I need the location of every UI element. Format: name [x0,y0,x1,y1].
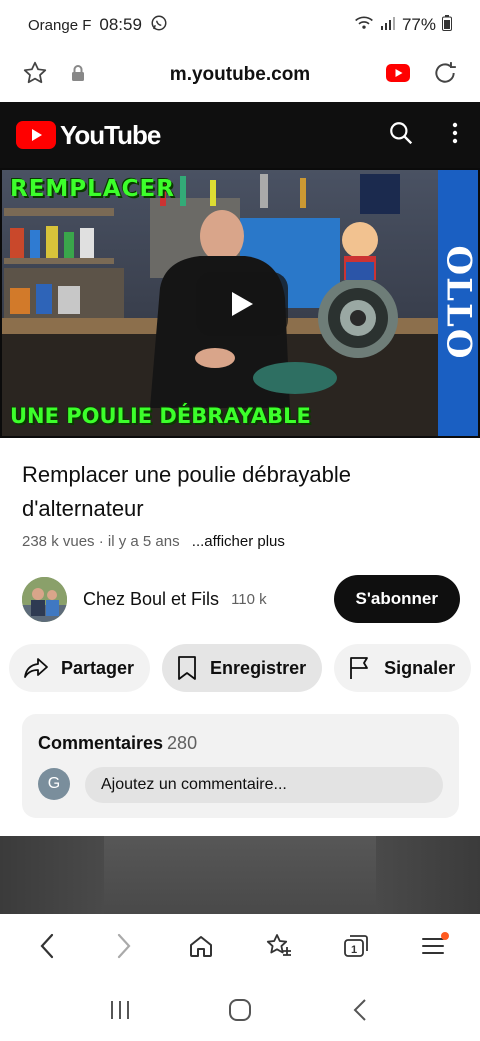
youtube-logo-icon [16,121,56,149]
battery-label: 77% [401,15,436,34]
wifi-icon [354,15,374,36]
video-title[interactable]: Remplacer une poulie débrayable d'altern… [22,458,462,526]
upload-age: il y a 5 ans [107,533,180,550]
lock-icon[interactable] [70,64,86,87]
home-nav-button[interactable] [215,985,265,1035]
comments-count: 280 [167,733,198,753]
save-button[interactable]: Enregistrer [162,644,323,692]
next-video-preview[interactable] [0,836,480,914]
home-icon [190,936,213,957]
back-icon [40,933,53,959]
report-button[interactable]: Signaler [334,644,472,692]
browser-toolbar: 1 [0,914,480,978]
save-label: Enregistrer [210,657,307,678]
channel-row: Chez Boul et Fils 110 k S'abonner [22,574,460,624]
home-circle-icon [229,998,251,1021]
youtube-header: YouTube [0,102,480,168]
menu-button[interactable] [409,922,457,970]
view-count: 238 k vues [22,533,95,550]
channel-avatar[interactable] [22,576,67,622]
user-avatar: G [38,768,70,800]
comment-input[interactable]: Ajoutez un commentaire... [85,767,443,803]
search-icon[interactable] [388,120,414,151]
status-bar: Orange F 08:59 77% [0,0,480,50]
subscribe-button[interactable]: S'abonner [333,575,460,623]
youtube-logo[interactable]: YouTube [16,119,161,151]
notification-dot [441,932,450,940]
bookmark-icon [178,656,196,680]
video-meta[interactable]: 238 k vues · il y a 5 ans ...afficher pl… [22,533,285,550]
share-icon [24,658,48,678]
signal-icon [380,15,396,36]
bookmarks-icon [266,934,291,956]
forward-icon [117,933,131,959]
browser-address-bar: m.youtube.com [0,50,480,100]
report-label: Signaler [384,657,456,678]
video-player[interactable]: REMPLACER UNE POULIE DÉBRAYABLE OLLO [0,168,480,438]
recents-button[interactable] [95,985,145,1035]
tabs-count: 1 [351,944,357,956]
bookmarks-button[interactable] [255,922,303,970]
back-nav-button[interactable] [335,985,385,1035]
meta-separator: · [94,533,108,550]
youtube-app-icon[interactable] [386,63,410,87]
share-button[interactable]: Partager [9,644,151,692]
reload-icon[interactable] [432,60,458,91]
share-label: Partager [61,657,135,678]
comments-title: Commentaires [38,733,164,753]
bookmark-star-icon[interactable] [22,60,48,91]
flag-icon [350,657,368,679]
home-button[interactable] [177,922,225,970]
comments-card[interactable]: Commentaires 280 G Ajoutez un commentaire… [22,714,459,818]
recents-icon [111,1000,129,1019]
android-nav-bar [0,978,480,1041]
channel-name[interactable]: Chez Boul et Fils [83,589,219,610]
show-more-link[interactable]: ...afficher plus [192,533,285,550]
tabs-icon: 1 [344,935,368,957]
more-options-icon[interactable] [452,122,458,149]
youtube-logo-text: YouTube [60,119,161,150]
back-button[interactable] [23,922,71,970]
battery-icon [442,14,452,36]
action-bar: Partager Enregistrer Signaler [9,644,480,692]
subscriber-count: 110 k [231,590,267,608]
tabs-button[interactable]: 1 [332,922,380,970]
clock: 08:59 [99,15,142,34]
comments-heading: Commentaires 280 [38,733,197,754]
back-chevron-icon [353,998,366,1021]
video-frame-border [0,168,480,438]
carrier-label: Orange F [28,16,92,34]
forward-button[interactable] [100,922,148,970]
whatsapp-icon [150,14,168,37]
